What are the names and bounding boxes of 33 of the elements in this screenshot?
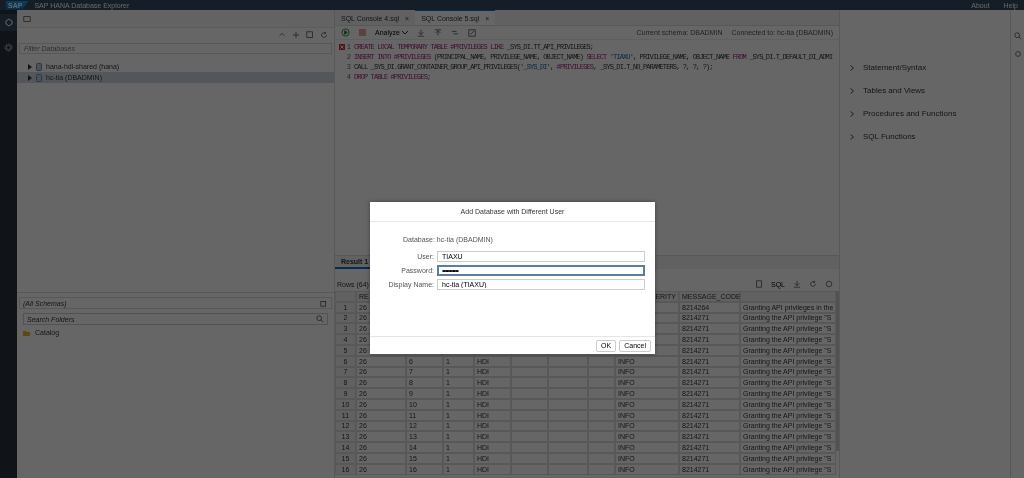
chevron-icon [850, 64, 854, 71]
snippet-category[interactable]: Procedures and Functions [840, 102, 1010, 125]
chevron-icon [850, 87, 854, 94]
download-icon[interactable] [416, 28, 425, 37]
console-icon[interactable] [23, 14, 31, 23]
download-icon[interactable] [793, 280, 801, 288]
add-icon[interactable] [292, 31, 300, 39]
copy-icon[interactable] [320, 299, 328, 307]
collapse-icon[interactable] [278, 31, 286, 39]
search-icon[interactable] [316, 315, 324, 323]
folder-icon [23, 329, 30, 336]
chevron-icon [850, 110, 854, 117]
run-icon[interactable] [341, 28, 350, 37]
table-cell [548, 355, 588, 367]
snippet-category[interactable]: Tables and Views [840, 79, 1010, 102]
snippet-category[interactable]: SQL Functions [840, 125, 1010, 148]
caret-icon[interactable] [27, 63, 32, 70]
caret-icon[interactable] [27, 74, 32, 81]
edit-icon[interactable] [467, 28, 476, 37]
chevron-icon [850, 133, 854, 140]
snippet-category[interactable]: Statement/Syntax [840, 56, 1010, 79]
columns-icon[interactable] [755, 280, 763, 288]
table-cell [511, 355, 548, 367]
add-folder-icon[interactable] [306, 31, 314, 39]
settings-icon[interactable] [4, 43, 13, 52]
refresh-icon[interactable] [320, 31, 328, 39]
caret-icon [401, 30, 408, 35]
upload-icon[interactable] [433, 28, 442, 37]
error-icon [338, 44, 345, 50]
search-icon[interactable] [1013, 32, 1022, 40]
format-icon[interactable] [450, 28, 459, 37]
refresh-icon[interactable] [809, 280, 817, 288]
table-cell [588, 355, 615, 367]
